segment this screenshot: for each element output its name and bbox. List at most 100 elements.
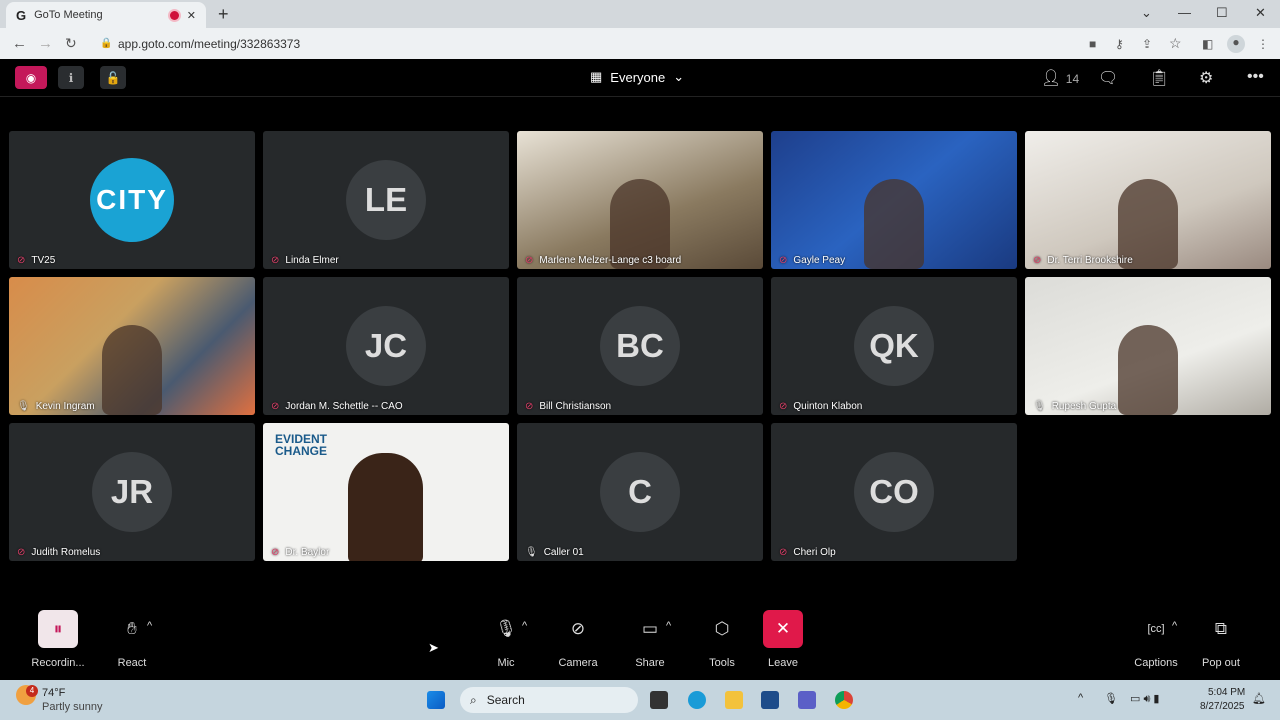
file-explorer-icon[interactable] — [725, 691, 743, 709]
back-icon[interactable]: ← — [12, 35, 27, 52]
lock-meeting-button[interactable]: 🔓 — [100, 66, 126, 89]
participant-tile[interactable]: CO ⊘ Cheri Olp — [771, 423, 1017, 561]
participant-name-label: 🎙︎ Kevin Ingram — [17, 401, 95, 412]
camera-permission-icon[interactable]: ■ — [1089, 37, 1096, 51]
leave-label: Leave — [768, 657, 798, 669]
participant-tile[interactable]: QK ⊘ Quinton Klabon — [771, 277, 1017, 415]
bookmark-star-icon[interactable]: ☆ — [1169, 35, 1182, 52]
participant-initials-avatar: QK — [854, 306, 934, 386]
tray-overflow-icon[interactable]: ^ — [1078, 692, 1083, 704]
teams-icon[interactable] — [798, 691, 816, 709]
participant-tile[interactable]: EVIDENT CHANGE ⊘ Dr. Baylor — [263, 423, 509, 561]
participant-name: Kevin Ingram — [35, 401, 95, 412]
participant-name: Cheri Olp — [793, 547, 836, 558]
meeting-top-bar: ◉ ℹ 🔓 ▦ Everyone ⌄ 👤︎ 14 🗨︎ 📋︎ ⚙ ••• — [0, 59, 1280, 97]
settings-gear-icon[interactable]: ⚙ — [1199, 68, 1213, 88]
weather-badge: 4 — [26, 685, 38, 697]
participant-tile[interactable]: ⊘ Gayle Peay — [771, 131, 1017, 269]
participant-name-label: 🎙︎ Rupesh Gupta — [1033, 401, 1116, 412]
tray-mic-icon[interactable]: 🎙︎ — [1104, 692, 1118, 705]
layout-selector[interactable]: ▦ Everyone ⌄ — [590, 69, 684, 85]
share-icon[interactable]: ⇪ — [1142, 37, 1152, 51]
close-window-button[interactable]: ✕ — [1255, 5, 1266, 21]
chrome-icon[interactable] — [835, 691, 853, 709]
notes-icon[interactable]: 📋︎ — [1149, 68, 1169, 88]
participant-tile[interactable]: ⊘ Dr. Terri Brookshire — [1025, 131, 1271, 269]
participant-tile[interactable]: ⊘ Marlene Melzer-Lange c3 board — [517, 131, 763, 269]
side-panel-icon[interactable]: ◧ — [1202, 37, 1213, 51]
mic-muted-icon: ⊘ — [525, 255, 534, 266]
participant-tile[interactable]: C 🎙︎ Caller 01 — [517, 423, 763, 561]
participant-tile[interactable]: JR ⊘ Judith Romelus — [9, 423, 255, 561]
share-options-chevron[interactable]: ^ — [666, 620, 671, 632]
mic-muted-icon: ⊘ — [779, 255, 788, 266]
mic-button[interactable]: 🎙︎ Mic — [478, 610, 534, 669]
captions-button[interactable]: [cc] Captions — [1126, 610, 1186, 669]
share-screen-icon: ▭ — [641, 619, 659, 638]
participant-tile[interactable]: LE ⊘ Linda Elmer — [263, 131, 509, 269]
tab-search-icon[interactable]: ⌄ — [1141, 5, 1152, 21]
react-options-chevron[interactable]: ^ — [147, 620, 152, 632]
maximize-button[interactable]: ☐ — [1216, 5, 1228, 21]
store-icon[interactable] — [761, 691, 779, 709]
browser-tab[interactable]: G GoTo Meeting ✕ — [6, 2, 206, 28]
mic-options-chevron[interactable]: ^ — [522, 620, 527, 632]
participant-tile[interactable]: CITY ⊘ TV25 — [9, 131, 255, 269]
pause-recording-icon: ⏸ — [38, 610, 78, 648]
new-tab-button[interactable]: + — [218, 4, 229, 25]
weather-temp[interactable]: 74°F — [42, 687, 65, 699]
camera-label: Camera — [558, 657, 598, 669]
popout-button[interactable]: ⧉ Pop out — [1193, 610, 1249, 669]
captions-options-chevron[interactable]: ^ — [1172, 620, 1177, 632]
clock-date[interactable]: 8/27/2025 — [1200, 701, 1245, 712]
edge-icon[interactable] — [688, 691, 706, 709]
clock-time[interactable]: 5:04 PM — [1208, 687, 1245, 698]
profile-avatar[interactable]: ● — [1227, 34, 1245, 53]
tray-network-icon[interactable]: ▭ 🔊︎ ▮ — [1130, 692, 1160, 706]
participant-initials-avatar: CO — [854, 452, 934, 532]
reload-icon[interactable]: ↻ — [65, 35, 77, 52]
camera-button[interactable]: ⊘ Camera — [550, 610, 606, 669]
participant-tile[interactable]: 🎙︎ Rupesh Gupta — [1025, 277, 1271, 415]
minimize-button[interactable]: — — [1178, 5, 1191, 20]
forward-icon[interactable]: → — [38, 35, 53, 52]
mic-muted-icon: ⊘ — [271, 547, 280, 558]
recording-control[interactable]: ⏸ Recordin... — [30, 610, 86, 669]
participant-name: Jordan M. Schettle -- CAO — [285, 401, 403, 412]
participant-tile[interactable]: BC ⊘ Bill Christianson — [517, 277, 763, 415]
participant-tile[interactable]: 🎙︎ Kevin Ingram — [9, 277, 255, 415]
notification-bell-icon[interactable]: 🔔︎ — [1252, 692, 1266, 705]
participant-video — [348, 453, 423, 561]
close-tab-icon[interactable]: ✕ — [187, 9, 196, 22]
share-button[interactable]: ▭ Share — [622, 610, 678, 669]
tools-button[interactable]: ⬡ Tools — [694, 610, 750, 669]
more-options-icon[interactable]: ••• — [1247, 68, 1264, 86]
mic-icon: 🎙︎ — [1033, 401, 1046, 412]
leave-button[interactable]: ✕ Leave — [755, 610, 811, 669]
chat-icon[interactable]: 🗨︎ — [1098, 68, 1118, 88]
participant-name: Bill Christianson — [539, 401, 612, 412]
popout-icon: ⧉ — [1214, 619, 1228, 638]
react-button[interactable]: ✋︎ React — [104, 610, 160, 669]
participants-button[interactable]: 👤︎ 14 — [1041, 68, 1079, 88]
task-view-icon[interactable] — [650, 691, 668, 709]
evident-change-logo: EVIDENT CHANGE — [275, 432, 328, 458]
mic-muted-icon: ⊘ — [779, 547, 788, 558]
weather-desc[interactable]: Partly sunny — [42, 701, 103, 713]
recording-indicator-icon — [169, 10, 179, 20]
chevron-down-icon: ⌄ — [673, 69, 685, 84]
recording-button[interactable]: ◉ — [15, 66, 47, 89]
participant-name-label: ⊘ Jordan M. Schettle -- CAO — [271, 401, 403, 412]
participant-initials-avatar: LE — [346, 160, 426, 240]
browser-menu-icon[interactable]: ⋮ — [1257, 37, 1269, 51]
popout-label: Pop out — [1202, 657, 1240, 669]
participant-name: Gayle Peay — [793, 255, 846, 266]
key-icon[interactable]: ⚷ — [1115, 37, 1124, 51]
url-input[interactable]: app.goto.com/meeting/332863373 — [118, 37, 300, 51]
info-button[interactable]: ℹ — [58, 66, 84, 89]
participant-name-label: ⊘ Dr. Baylor — [271, 547, 329, 558]
taskbar-search[interactable]: ⌕ Search — [460, 687, 638, 713]
raise-hand-icon: ✋︎ — [127, 619, 137, 638]
windows-start-icon[interactable] — [427, 691, 445, 709]
participant-tile[interactable]: JC ⊘ Jordan M. Schettle -- CAO — [263, 277, 509, 415]
